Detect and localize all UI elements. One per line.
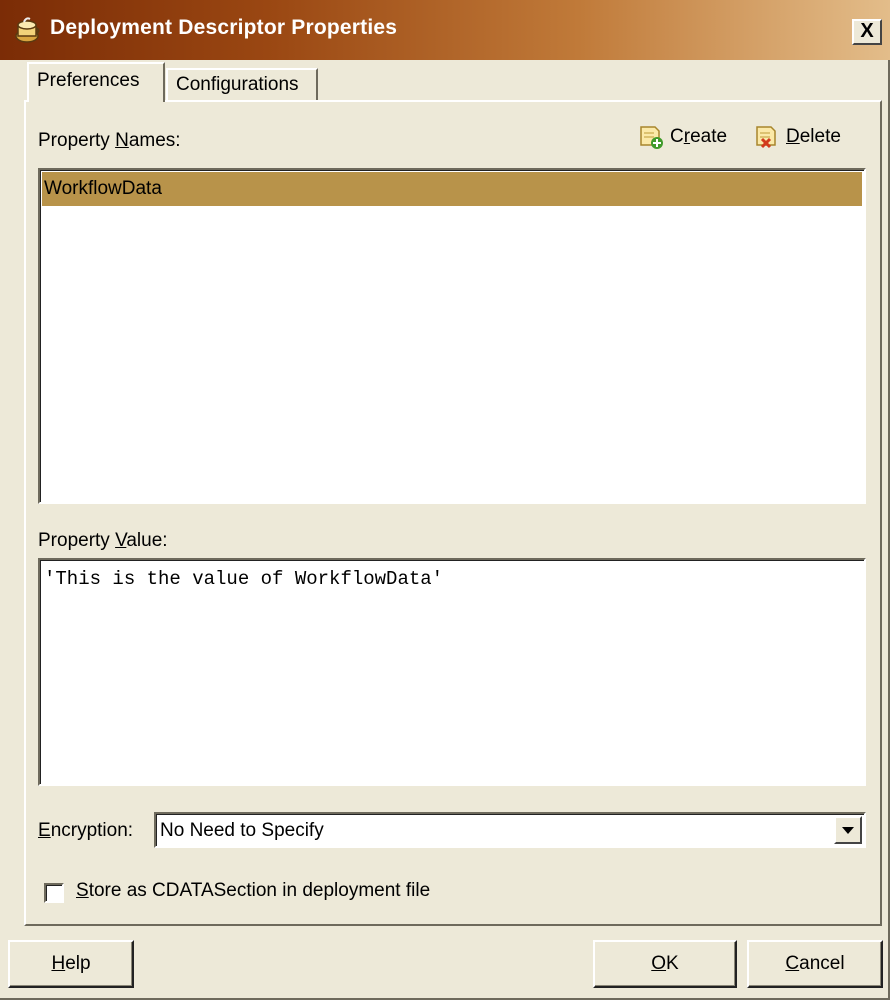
- create-button[interactable]: Create: [638, 122, 727, 152]
- ok-button[interactable]: OK: [593, 940, 737, 988]
- delete-button[interactable]: Delete: [754, 122, 841, 152]
- cdata-checkbox[interactable]: [44, 883, 64, 903]
- property-value-textarea[interactable]: 'This is the value of WorkflowData': [38, 558, 866, 786]
- encryption-selected-value: No Need to Specify: [160, 820, 324, 841]
- application-icon: [15, 17, 40, 43]
- dropdown-arrow-icon[interactable]: [834, 816, 862, 844]
- preferences-panel: Property Names: Create Delete WorkflowDa…: [24, 100, 882, 926]
- help-button[interactable]: Help: [8, 940, 134, 988]
- note-delete-icon: [756, 126, 776, 149]
- property-names-label: Property Names:: [38, 130, 181, 151]
- cancel-button[interactable]: Cancel: [747, 940, 883, 988]
- tab-preferences[interactable]: Preferences: [27, 62, 165, 102]
- title-bar[interactable]: Deployment Descriptor Properties X: [0, 0, 890, 60]
- tab-configurations-label: Configurations: [176, 74, 299, 95]
- close-button[interactable]: X: [852, 19, 882, 45]
- tab-preferences-label: Preferences: [37, 70, 140, 91]
- window-title: Deployment Descriptor Properties: [50, 16, 398, 39]
- create-label: Create: [670, 126, 728, 147]
- tab-configurations[interactable]: Configurations: [166, 68, 318, 102]
- close-icon: X: [860, 20, 874, 42]
- dialog-window: Deployment Descriptor Properties X Prefe…: [0, 0, 890, 1000]
- property-names-list[interactable]: WorkflowData: [38, 168, 866, 504]
- encryption-label: Encryption:: [38, 820, 134, 841]
- list-item[interactable]: WorkflowData: [42, 172, 862, 206]
- note-add-icon: [640, 126, 663, 149]
- cdata-checkbox-label[interactable]: Store as CDATASection in deployment file: [76, 880, 430, 902]
- property-value-label: Property Value:: [38, 530, 168, 551]
- encryption-select[interactable]: No Need to Specify: [154, 812, 866, 848]
- delete-label: Delete: [786, 126, 841, 147]
